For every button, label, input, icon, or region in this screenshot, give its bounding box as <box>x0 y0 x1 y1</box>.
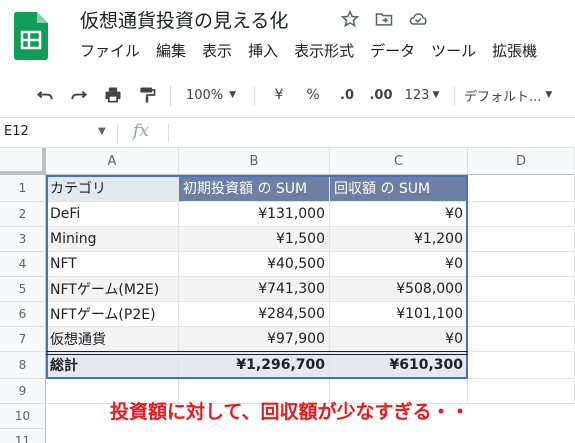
toolbar-divider <box>454 86 455 106</box>
font-value: デフォルト... <box>464 89 542 105</box>
select-all-corner[interactable] <box>0 148 46 175</box>
column-header-a[interactable]: A <box>46 148 179 175</box>
star-icon[interactable] <box>340 9 360 29</box>
recovery-cell[interactable]: ¥0 <box>330 252 468 277</box>
menu-edit[interactable]: 編集 <box>156 40 186 61</box>
row-header[interactable]: 6 <box>0 302 46 327</box>
print-icon <box>105 87 121 103</box>
toolbar: 100% ▼ ¥ % .0 .00 123 ▼ デフォルト... ▼ <box>0 74 575 118</box>
chevron-down-icon[interactable]: ▼ <box>98 126 106 137</box>
investment-cell[interactable]: ¥40,500 <box>179 252 330 277</box>
row-header[interactable]: 9 <box>0 379 46 404</box>
row-header[interactable]: 2 <box>0 202 46 227</box>
empty-cell[interactable] <box>468 327 575 352</box>
redo-icon <box>71 90 88 100</box>
category-cell[interactable]: 仮想通貨 <box>46 327 179 352</box>
empty-cell[interactable] <box>468 227 575 252</box>
menu-format[interactable]: 表示形式 <box>294 40 354 61</box>
row-header[interactable]: 1 <box>0 175 46 202</box>
undo-button[interactable] <box>32 82 58 108</box>
row-header[interactable]: 11 <box>0 429 46 443</box>
category-cell[interactable]: DeFi <box>46 202 179 227</box>
redo-button[interactable] <box>66 82 92 108</box>
menu-insert[interactable]: 挿入 <box>248 40 278 61</box>
zoom-value: 100% <box>185 87 224 103</box>
name-box[interactable]: E12 <box>4 124 29 139</box>
investment-cell[interactable]: ¥741,300 <box>179 277 330 302</box>
paint-format-icon <box>140 87 156 103</box>
formula-bar: E12 ▼ fx <box>0 118 575 148</box>
recovery-cell[interactable]: ¥0 <box>330 327 468 352</box>
column-header-c[interactable]: C <box>330 148 468 175</box>
menu-view[interactable]: 表示 <box>202 40 232 61</box>
percent-format-button[interactable]: % <box>300 82 326 108</box>
undo-icon <box>36 90 53 100</box>
menu-tools[interactable]: ツール <box>431 40 476 61</box>
empty-cell[interactable] <box>468 302 575 327</box>
sheets-logo-icon[interactable] <box>14 12 48 60</box>
chevron-down-icon: ▼ <box>545 90 553 100</box>
table-header-cell[interactable]: カテゴリ <box>46 175 179 202</box>
total-label-cell[interactable]: 総計 <box>46 352 179 379</box>
menu-data[interactable]: データ <box>370 40 415 61</box>
menu-bar: ファイル 編集 表示 挿入 表示形式 データ ツール 拡張機 <box>80 40 553 61</box>
row-header[interactable]: 10 <box>0 404 46 429</box>
investment-cell[interactable]: ¥97,900 <box>179 327 330 352</box>
cloud-saved-icon[interactable] <box>408 9 428 29</box>
empty-cell[interactable] <box>468 175 575 202</box>
decrease-decimal-label: .0 <box>340 87 354 103</box>
currency-format-button[interactable]: ¥ <box>266 82 292 108</box>
row-header[interactable]: 5 <box>0 277 46 302</box>
toolbar-divider <box>170 86 171 106</box>
category-cell[interactable]: NFTゲーム(P2E) <box>46 302 179 327</box>
investment-cell[interactable]: ¥1,500 <box>179 227 330 252</box>
table-header-cell[interactable]: 初期投資額 の SUM <box>179 175 330 202</box>
increase-decimal-label: .00 <box>369 87 393 103</box>
menu-file[interactable]: ファイル <box>80 40 140 61</box>
recovery-cell[interactable]: ¥508,000 <box>330 277 468 302</box>
empty-cell[interactable] <box>468 252 575 277</box>
toolbar-divider <box>254 86 255 106</box>
empty-cell[interactable] <box>468 202 575 227</box>
column-header-b[interactable]: B <box>179 148 330 175</box>
table-header-cell[interactable]: 回収額 の SUM <box>330 175 468 202</box>
category-cell[interactable]: NFT <box>46 252 179 277</box>
font-select[interactable]: デフォルト... ▼ <box>464 82 572 108</box>
investment-cell[interactable]: ¥284,500 <box>179 302 330 327</box>
annotation-text: 投資額に対して、回収額が少なすぎる・・ <box>110 401 470 423</box>
empty-cell[interactable] <box>468 379 575 404</box>
total-investment-cell[interactable]: ¥1,296,700 <box>179 352 330 379</box>
empty-cell[interactable] <box>468 352 575 379</box>
category-cell[interactable]: Mining <box>46 227 179 252</box>
recovery-cell[interactable]: ¥101,100 <box>330 302 468 327</box>
move-folder-icon[interactable] <box>374 9 394 29</box>
recovery-cell[interactable]: ¥1,200 <box>330 227 468 252</box>
increase-decimal-button[interactable]: .00 <box>366 82 396 108</box>
formula-divider <box>117 124 118 142</box>
column-header-d[interactable]: D <box>468 148 575 175</box>
total-recovery-cell[interactable]: ¥610,300 <box>330 352 468 379</box>
row-header[interactable]: 8 <box>0 352 46 379</box>
chevron-down-icon: ▼ <box>229 90 237 100</box>
formula-divider <box>168 124 169 142</box>
chevron-down-icon: ▼ <box>432 90 440 100</box>
document-title[interactable]: 仮想通貨投資の見える化 <box>80 6 288 33</box>
row-header[interactable]: 3 <box>0 227 46 252</box>
row-header[interactable]: 7 <box>0 327 46 352</box>
more-formats-button[interactable]: 123 ▼ <box>400 82 444 108</box>
paint-format-button[interactable] <box>134 82 160 108</box>
empty-cell[interactable] <box>468 277 575 302</box>
app-header: 仮想通貨投資の見える化 ファイル 編集 表示 挿入 表示形式 データ ツール 拡… <box>0 0 575 74</box>
zoom-select[interactable]: 100% ▼ <box>180 82 242 108</box>
print-button[interactable] <box>100 82 126 108</box>
investment-cell[interactable]: ¥131,000 <box>179 202 330 227</box>
fx-icon: fx <box>133 121 149 141</box>
recovery-cell[interactable]: ¥0 <box>330 202 468 227</box>
category-cell[interactable]: NFTゲーム(M2E) <box>46 277 179 302</box>
row-header[interactable]: 4 <box>0 252 46 277</box>
menu-extensions[interactable]: 拡張機 <box>492 40 537 61</box>
more-formats-label: 123 <box>404 87 430 103</box>
decrease-decimal-button[interactable]: .0 <box>332 82 362 108</box>
